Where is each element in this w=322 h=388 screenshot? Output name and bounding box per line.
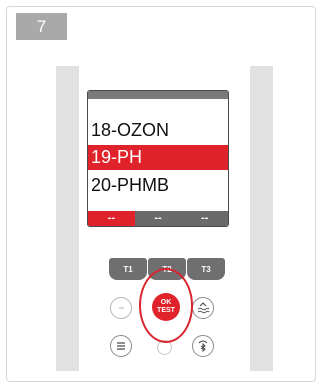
step-number-badge: 7 (16, 13, 67, 40)
bluetooth-icon (198, 340, 208, 353)
softkey-2[interactable]: -- (135, 211, 182, 226)
t3-button[interactable]: T3 (187, 258, 225, 280)
menu-button[interactable] (110, 335, 132, 357)
menu-item-ph-selected[interactable]: 19-PH (88, 145, 228, 170)
menu-item-ozon[interactable]: 18-OZON (88, 118, 228, 143)
left-arrow-icon (119, 307, 124, 309)
device-side-strip-right (250, 66, 273, 371)
t1-button[interactable]: T1 (109, 258, 147, 280)
device-side-strip-left (56, 66, 79, 371)
water-level-icon (197, 302, 210, 314)
device-display: 18-OZON 19-PH 20-PHMB -- -- -- (87, 90, 229, 227)
water-level-button[interactable] (192, 297, 214, 319)
highlight-ring (139, 268, 193, 343)
display-top-bar (88, 91, 228, 99)
softkey-bar: -- -- -- (88, 211, 228, 226)
bluetooth-button[interactable] (192, 335, 214, 357)
left-arrow-button[interactable] (110, 297, 132, 319)
softkey-3[interactable]: -- (181, 211, 228, 226)
softkey-1[interactable]: -- (88, 211, 135, 226)
menu-icon (117, 342, 125, 350)
menu-item-phmb[interactable]: 20-PHMB (88, 173, 228, 198)
